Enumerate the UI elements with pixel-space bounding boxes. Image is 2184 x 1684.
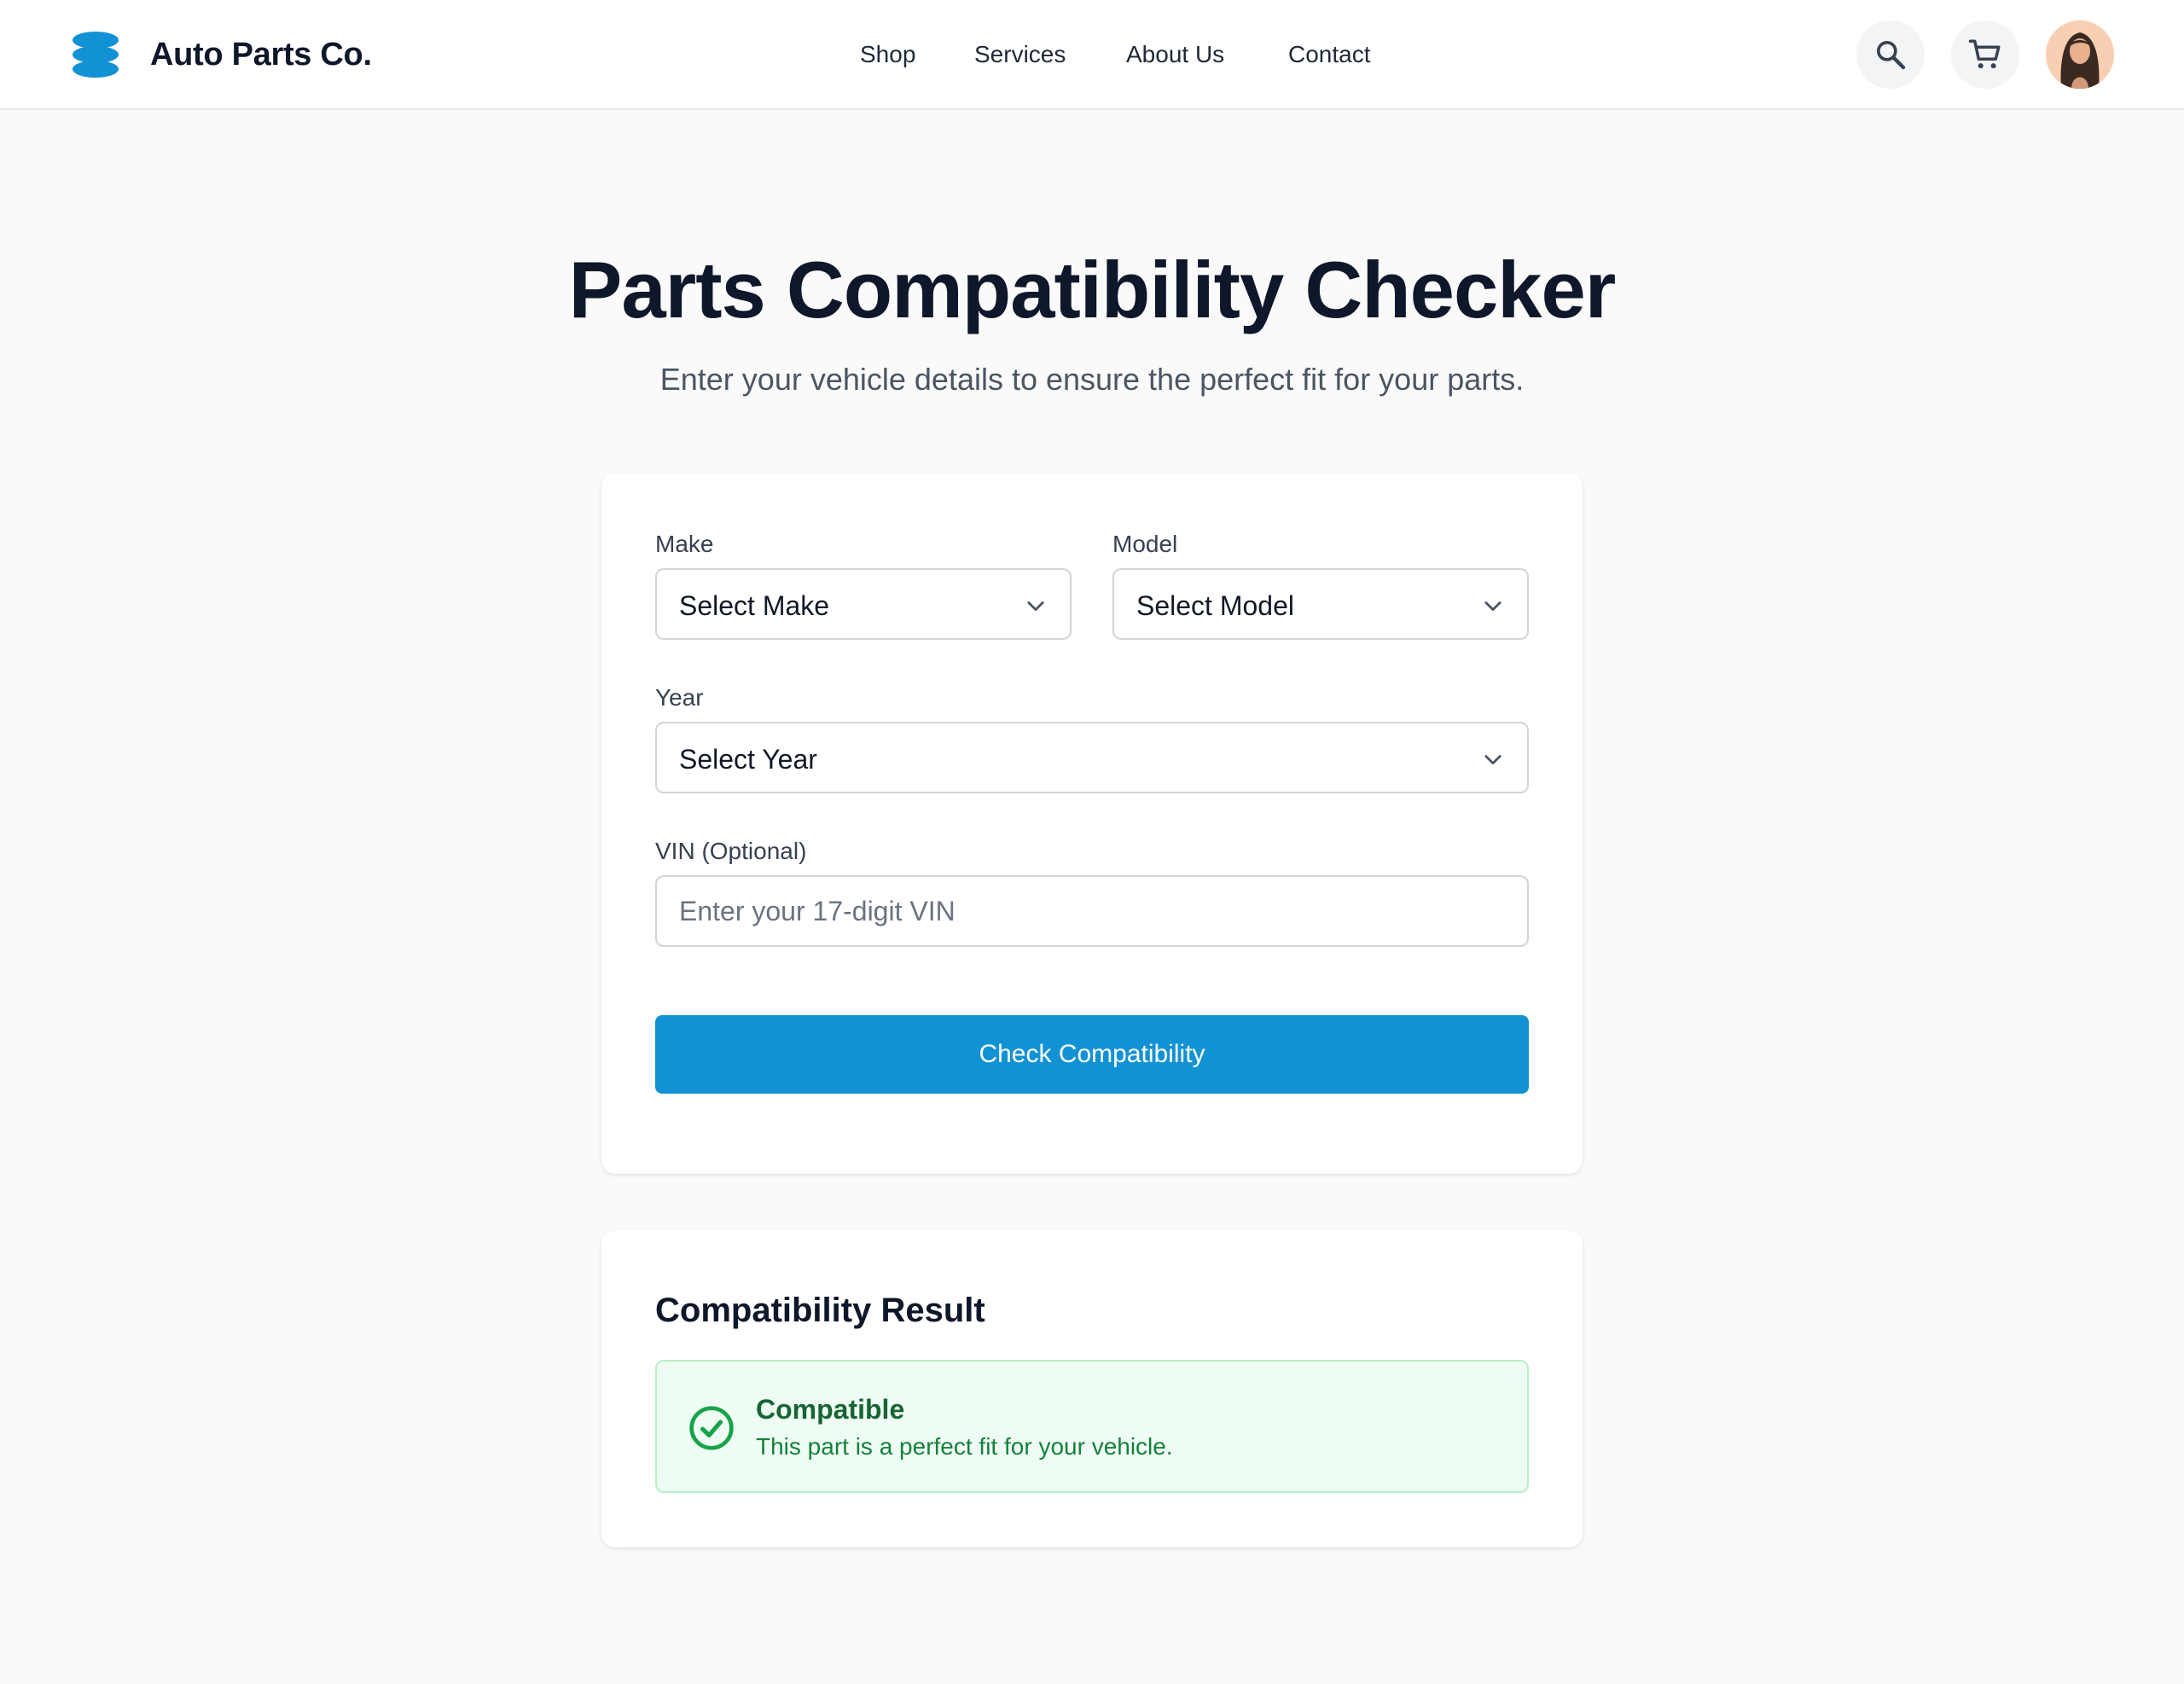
nav-link-services[interactable]: Services [974,38,1066,72]
nav-link-contact[interactable]: Contact [1288,38,1371,72]
page-title: Parts Compatibility Checker [568,245,1617,334]
make-label: Make [655,531,714,557]
vin-label: VIN (Optional) [655,838,807,864]
search-icon [1877,41,1906,70]
compatibility-result-card: Compatibility Result Compatible This par… [601,1230,1583,1548]
chevron-down-icon [1484,755,1502,765]
cart-button[interactable] [1951,20,2019,89]
site-header: Auto Parts Co. Shop Services About Us Co… [0,0,2184,110]
make-select[interactable]: Select Make [655,568,1072,640]
result-heading: Compatibility Result [655,1292,985,1329]
year-select[interactable]: Select Year [655,722,1529,793]
nav-link-about-us[interactable]: About Us [1126,38,1224,72]
avatar-image [2046,20,2114,89]
result-message: This part is a perfect fit for your vehi… [756,1433,1173,1460]
chevron-down-icon [1484,601,1502,612]
result-status-box: Compatible This part is a perfect fit fo… [655,1360,1529,1493]
check-compatibility-button[interactable]: Check Compatibility [655,1015,1529,1094]
model-label: Model [1112,531,1178,557]
model-select-value: Select Model [1136,590,1294,621]
check-circle-icon [689,1406,734,1450]
search-button[interactable] [1856,20,1925,89]
make-select-value: Select Make [679,590,830,621]
user-avatar[interactable] [2046,20,2114,89]
page-subtitle: Enter your vehicle details to ensure the… [659,362,1525,397]
model-select[interactable]: Select Model [1112,568,1529,640]
result-status: Compatible [756,1394,905,1425]
compatibility-form-card: Make Select Make Model Select Model Year… [601,473,1583,1174]
nav-link-shop[interactable]: Shop [860,38,915,72]
year-select-value: Select Year [679,744,817,775]
year-label: Year [655,684,704,711]
chevron-down-icon [1027,601,1044,612]
cart-icon [1968,39,2001,69]
vin-input[interactable] [655,875,1529,947]
